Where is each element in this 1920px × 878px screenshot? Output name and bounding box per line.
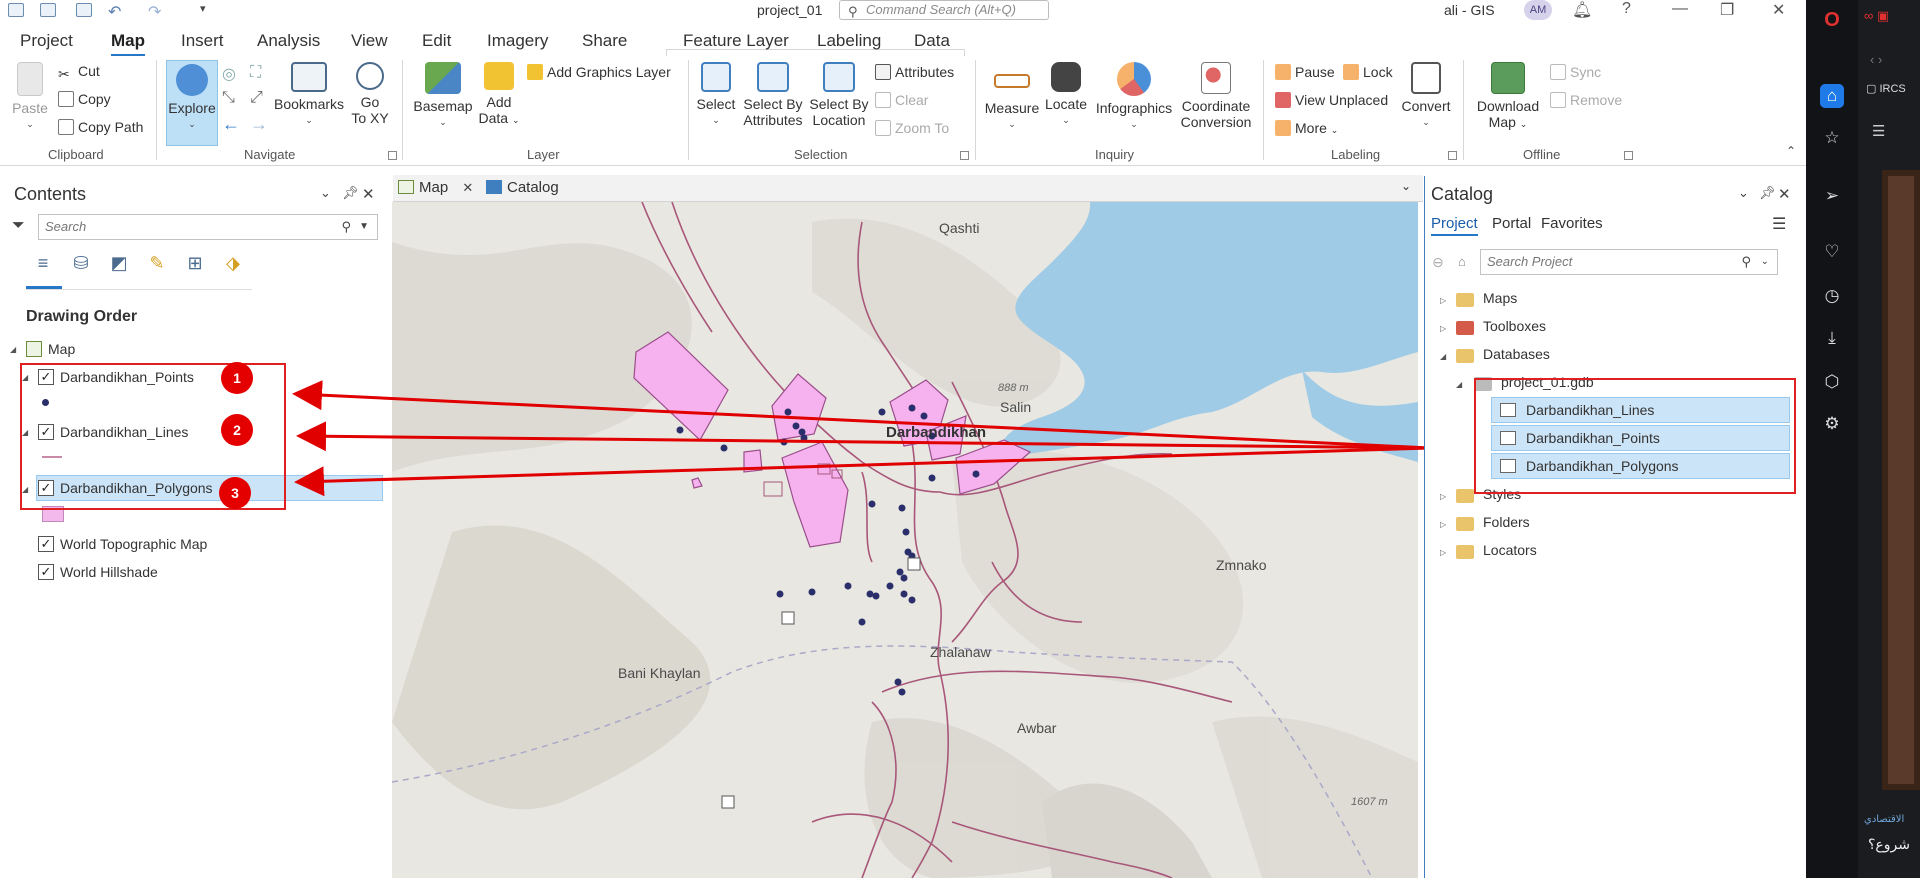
expand-triangle-icon[interactable]: ▷ <box>1440 492 1446 501</box>
catalog-search-input[interactable]: Search Project ⚲ ⌄ <box>1480 249 1778 275</box>
toolboxes-folder-icon <box>1456 321 1474 335</box>
close-pane-icon[interactable]: ✕ <box>1778 185 1791 203</box>
catalog-item-folders[interactable]: Folders <box>1483 514 1530 530</box>
opera-logo-icon[interactable]: O <box>1820 8 1844 32</box>
catalog-item-databases[interactable]: Databases <box>1483 346 1550 362</box>
browser-tab-ircs[interactable]: ▢ IRCS <box>1866 82 1906 95</box>
menu-icon[interactable]: ☰ <box>1872 122 1885 140</box>
styles-folder-icon <box>1456 489 1474 503</box>
home-icon[interactable]: ⌂ <box>1458 254 1466 269</box>
catalog-tab-project[interactable]: Project <box>1431 215 1478 236</box>
collapse-triangle-icon[interactable]: ◢ <box>1440 352 1446 361</box>
catalog-item-locators[interactable]: Locators <box>1483 542 1537 558</box>
heart-icon[interactable]: ♡ <box>1820 240 1844 264</box>
nav-arrows-icon[interactable]: ‹ › <box>1870 52 1882 67</box>
pane-options-icon[interactable]: ⌄ <box>1738 185 1749 201</box>
browser-rtl-link[interactable]: الاقتصادي <box>1864 814 1904 825</box>
back-icon[interactable]: ⊖ <box>1432 254 1444 271</box>
hamburger-menu-icon[interactable]: ☰ <box>1772 214 1786 234</box>
history-icon[interactable]: ◷ <box>1820 284 1844 308</box>
catalog-search-placeholder: Search Project <box>1487 254 1573 269</box>
locators-folder-icon <box>1456 545 1474 559</box>
search-icon: ⚲ <box>1741 254 1751 269</box>
chevron-down-icon: ⌄ <box>1760 256 1769 267</box>
send-icon[interactable]: ➢ <box>1820 184 1844 208</box>
browser-window: O ⌂ ☆ ➢ ♡ ◷ ⤓ ⬡ ⚙ ∞ ▣ ‹ › ▢ IRCS ☰ الاقت… <box>1806 0 1920 878</box>
home-icon[interactable]: ⌂ <box>1820 84 1844 108</box>
annotation-box-catalog <box>1474 378 1796 494</box>
expand-triangle-icon[interactable]: ▷ <box>1440 520 1446 529</box>
browser-page-image <box>1882 170 1920 790</box>
extensions-icon[interactable]: ⬡ <box>1820 370 1844 394</box>
databases-folder-icon <box>1456 349 1474 363</box>
catalog-item-toolboxes[interactable]: Toolboxes <box>1483 318 1546 334</box>
catalog-tab-favorites[interactable]: Favorites <box>1541 215 1603 232</box>
maps-folder-icon <box>1456 293 1474 307</box>
collapse-triangle-icon[interactable]: ◢ <box>1456 380 1462 389</box>
pin-icon[interactable]: 📌︎ <box>1759 185 1776 201</box>
browser-rtl-text: شروع؟ <box>1868 836 1910 852</box>
browser-tab-label: IRCS <box>1879 83 1906 95</box>
bookmark-icon[interactable]: ☆ <box>1820 126 1844 150</box>
download-icon[interactable]: ⤓ <box>1820 326 1844 350</box>
arcgis-pro-window: ↶ ↷ ▾ project_01 ⚲ Command Search (Alt+Q… <box>0 0 1806 878</box>
expand-triangle-icon[interactable]: ▷ <box>1440 296 1446 305</box>
catalog-title: Catalog <box>1431 184 1494 204</box>
settings-gear-icon[interactable]: ⚙ <box>1820 412 1844 436</box>
catalog-item-maps[interactable]: Maps <box>1483 290 1517 306</box>
folders-folder-icon <box>1456 517 1474 531</box>
catalog-tab-portal[interactable]: Portal <box>1492 215 1531 232</box>
browser-sidebar: O ⌂ ☆ ➢ ♡ ◷ ⤓ ⬡ ⚙ <box>1806 0 1858 878</box>
catalog-pane <box>1424 176 1806 878</box>
expand-triangle-icon[interactable]: ▷ <box>1440 324 1446 333</box>
browser-tab-strip[interactable]: ∞ ▣ <box>1864 8 1920 44</box>
expand-triangle-icon[interactable]: ▷ <box>1440 548 1446 557</box>
